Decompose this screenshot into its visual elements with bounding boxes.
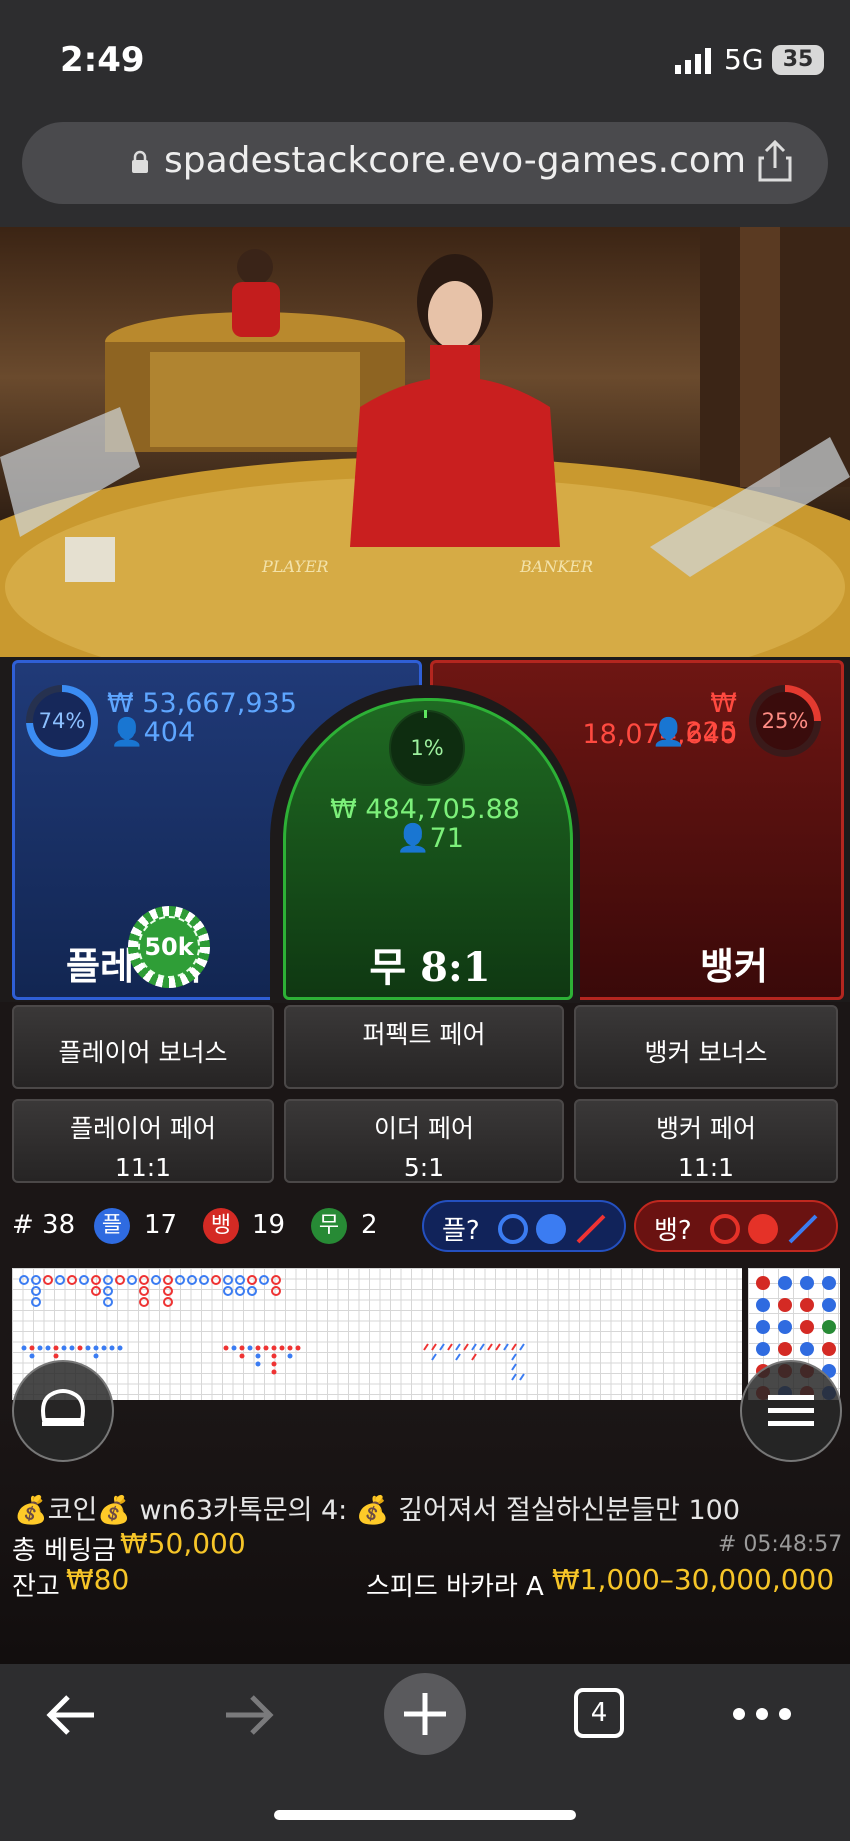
chat-text: 💰 깊어져서 절실하신분들만 100: [355, 1495, 741, 1526]
banker-predict-label: 뱅?: [654, 1216, 692, 1246]
round-number: # 38: [12, 1210, 76, 1240]
either-pair-button[interactable]: 이더 페어 5:1: [284, 1099, 564, 1183]
player-bettor-count: 👤404: [110, 717, 196, 748]
tie-count: 2: [361, 1210, 378, 1240]
banker-pair-button[interactable]: 뱅커 페어 11:1: [574, 1099, 838, 1183]
banker-win-icon: 뱅: [203, 1208, 239, 1244]
placed-chip[interactable]: 50k: [128, 906, 210, 988]
home-indicator: [274, 1810, 576, 1820]
player-bigroad-icon: [498, 1214, 528, 1244]
person-icon: 👤: [110, 717, 144, 748]
total-bet-label: 총 베팅금: [12, 1536, 116, 1566]
banker-bonus-button[interactable]: 뱅커 보너스: [574, 1005, 838, 1089]
forward-icon[interactable]: [218, 1690, 278, 1744]
table-print-banker: BANKER: [519, 557, 593, 576]
lock-icon: [130, 150, 150, 178]
banker-bettor-count: 👤225: [651, 717, 737, 748]
perfect-pair-button[interactable]: 퍼펙트 페어: [284, 1005, 564, 1089]
player-percent-ring: 74%: [26, 685, 98, 757]
tie-total-amount: ₩ 484,705.88: [330, 794, 520, 825]
share-icon[interactable]: [755, 138, 795, 188]
player-bonus-button[interactable]: 플레이어 보너스: [12, 1005, 274, 1089]
table-print-player: PLAYER: [261, 557, 329, 576]
bead-road: [19, 1275, 525, 1381]
network-type: 5G: [724, 43, 764, 76]
person-icon: 👤: [651, 717, 686, 748]
balance-value: ₩80: [66, 1563, 130, 1596]
back-icon[interactable]: [42, 1690, 102, 1744]
game-round-id: # 05:48:57: [718, 1532, 843, 1557]
bet-limits: ₩1,000–30,000,000: [552, 1563, 835, 1596]
more-icon[interactable]: [730, 1700, 794, 1732]
scoreboard-roadmap[interactable]: [12, 1268, 742, 1400]
banker-win-count: 19: [252, 1210, 286, 1240]
tie-icon: 무: [311, 1208, 347, 1244]
tie-label: 무 8:1: [369, 944, 491, 991]
lobby-button[interactable]: [12, 1360, 114, 1462]
banker-bigroad-icon: [710, 1214, 740, 1244]
player-pair-button[interactable]: 플레이어 페어 11:1: [12, 1099, 274, 1183]
battery-icon: 35: [772, 45, 824, 75]
player-win-count: 17: [144, 1210, 178, 1240]
chat-username: 💰코인💰 wn63카톡문의 4:: [14, 1495, 348, 1526]
player-predict-button[interactable]: 플?: [422, 1200, 626, 1252]
chat-message: 💰코인💰 wn63카톡문의 4: 💰 깊어져서 절실하신분들만 100: [14, 1488, 740, 1527]
banker-predict-button[interactable]: 뱅?: [634, 1200, 838, 1252]
signal-icon: [675, 48, 715, 78]
banker-cockroach-icon: [786, 1212, 820, 1250]
banker-percent: 25%: [756, 692, 814, 750]
dealer-scene-image: PLAYER BANKER: [0, 227, 850, 657]
lobby-icon: [41, 1389, 85, 1426]
tie-percent: 1%: [410, 736, 444, 760]
tie-percent-ring: 1%: [389, 710, 465, 786]
player-percent: 74%: [33, 692, 91, 750]
player-cockroach-icon: [574, 1212, 608, 1250]
total-bet-value: ₩50,000: [120, 1527, 246, 1560]
player-small-icon: [536, 1214, 566, 1244]
plus-icon: [404, 1693, 446, 1735]
live-video-stream: PLAYER BANKER: [0, 227, 850, 657]
tie-percent-indicator: [424, 710, 427, 718]
banker-small-icon: [748, 1214, 778, 1244]
url-text[interactable]: spadestackcore.evo-games.com: [164, 140, 746, 181]
player-win-icon: 플: [94, 1208, 130, 1244]
banker-label: 뱅커: [700, 945, 769, 988]
tabs-count-button[interactable]: 4: [574, 1688, 624, 1738]
menu-button[interactable]: [740, 1360, 842, 1462]
status-time: 2:49: [60, 40, 145, 80]
player-total-amount: ₩ 53,667,935: [107, 688, 297, 719]
new-tab-button[interactable]: [384, 1673, 466, 1755]
hamburger-icon: [768, 1395, 814, 1426]
tie-bettor-count: 👤71: [396, 823, 464, 854]
banker-percent-ring: 25%: [749, 685, 821, 757]
person-icon: 👤: [396, 823, 430, 854]
balance-label: 잔고: [12, 1572, 60, 1602]
table-name: 스피드 바카라 A: [366, 1572, 544, 1602]
player-predict-label: 플?: [442, 1216, 480, 1246]
chip-value: 50k: [138, 916, 200, 978]
